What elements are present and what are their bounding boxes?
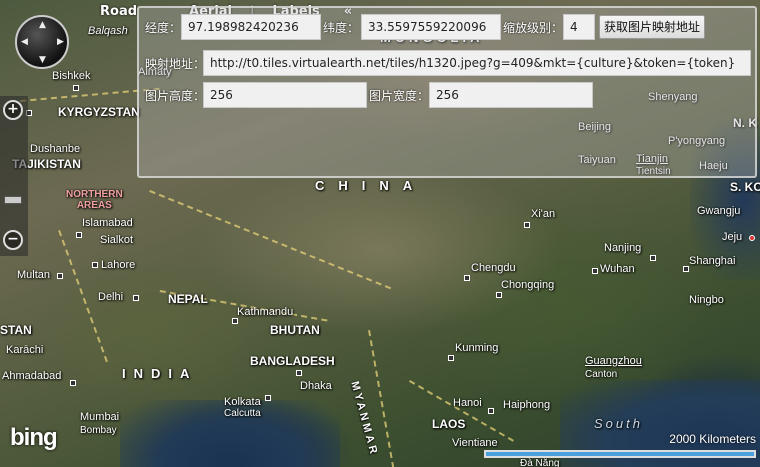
longitude-label: 经度： [145, 20, 182, 35]
label-dushanbe: Dushanbe [30, 143, 81, 155]
label-guangzhou: Guangzhou [585, 355, 642, 367]
label-hanoi: Hanoi [453, 397, 482, 409]
latitude-input[interactable]: 33.5597559220096 [361, 14, 501, 40]
label-delhi: Delhi [98, 291, 124, 303]
city-dot [265, 395, 271, 401]
url-row: 映射地址： http://t0.tiles.virtualearth.net/t… [145, 50, 751, 76]
border-line [149, 190, 392, 290]
city-dot [92, 262, 98, 268]
label-south-china-sea: South [594, 416, 643, 431]
label-bhutan: BHUTAN [270, 323, 320, 337]
image-width-label: 图片宽度： [369, 88, 430, 103]
image-width-input[interactable]: 256 [429, 82, 593, 108]
label-bangladesh: BANGLADESH [250, 354, 335, 368]
city-dot [496, 292, 502, 298]
zoom-control: + − [0, 96, 28, 256]
label-vientiane: Vientiane [452, 437, 498, 449]
zoom-level-input[interactable]: 4 [563, 14, 595, 40]
city-dot [232, 318, 238, 324]
city-dot [464, 275, 470, 281]
label-china: CHINA [315, 178, 427, 193]
label-northern-areas: NORTHERN AREAS [66, 189, 123, 211]
label-lahore: Lahore [101, 259, 136, 271]
label-bombay: Bombay [80, 425, 117, 436]
label-karachi: Karāchi [6, 344, 44, 356]
arrow-left-icon[interactable]: ◀ [21, 38, 28, 47]
label-myanmar: MYANMAR [348, 380, 381, 458]
label-south-korea: S. KO [730, 180, 760, 194]
city-dot [524, 222, 530, 228]
arrow-down-icon[interactable]: ▼ [39, 56, 46, 65]
label-islamabad: Islamabad [82, 217, 133, 229]
label-haiphong: Haiphong [503, 399, 551, 411]
city-dot [749, 235, 755, 241]
label-balqash: Balqash [88, 25, 128, 37]
label-shanghai: Shanghai [689, 255, 736, 267]
city-dot [76, 232, 82, 238]
label-ahmadabad: Ahmadabad [2, 370, 62, 382]
zoom-slider-handle[interactable] [4, 196, 22, 204]
label-laos: LAOS [432, 417, 466, 431]
road-view-button[interactable]: Road [100, 4, 137, 19]
label-dhaka: Dhaka [300, 380, 332, 392]
label-kyrgyzstan: KYRGYZSTAN [58, 105, 140, 119]
label-mumbai: Mumbai [80, 411, 120, 423]
city-dot [650, 255, 656, 261]
label-canton: Canton [585, 369, 618, 380]
city-dot [73, 85, 79, 91]
longitude-input[interactable]: 97.198982420236 [181, 14, 321, 40]
label-sialkot: Sialkot [100, 234, 134, 246]
city-dot [683, 266, 689, 272]
city-dot [296, 370, 302, 376]
bing-logo: bing [10, 424, 58, 451]
label-kunming: Kunming [455, 342, 499, 354]
image-height-label: 图片高度： [145, 88, 206, 103]
label-calcutta: Calcutta [224, 408, 261, 419]
label-multan: Multan [17, 269, 51, 281]
zoom-out-icon[interactable]: − [3, 230, 23, 250]
zoom-level-label: 缩放级别： [503, 20, 564, 35]
label-bishkek: Bishkek [52, 70, 91, 82]
label-stan: STAN [0, 323, 32, 337]
label-nanjing: Nanjing [604, 242, 642, 254]
tile-url-panel: 经度： 97.198982420236 纬度： 33.5597559220096… [137, 6, 757, 178]
city-dot [57, 273, 63, 279]
label-chongqing: Chongqing [501, 279, 555, 291]
label-danang: Đà Nẵng [520, 458, 560, 467]
label-nepal: NEPAL [168, 292, 208, 306]
compass-icon[interactable]: ▲ ▼ ◀ ▶ [15, 15, 69, 69]
city-dot [448, 355, 454, 361]
arrow-right-icon[interactable]: ▶ [57, 38, 64, 47]
city-dot [488, 408, 494, 414]
label-kathmandu: Kathmandu [237, 306, 294, 318]
label-india: INDIA [122, 366, 198, 381]
scale-label: 2000 Kilometers [669, 432, 756, 446]
fetch-tile-url-button[interactable]: 获取图片映射地址 [599, 15, 706, 39]
city-dot [70, 380, 76, 386]
zoom-in-icon[interactable]: + [3, 100, 23, 120]
label-gwangju: Gwangju [697, 205, 741, 217]
label-kolkata: Kolkata [224, 396, 261, 408]
label-chengdu: Chengdu [471, 262, 516, 274]
label-ningbo: Ningbo [689, 294, 724, 306]
coords-row: 经度： 97.198982420236 纬度： 33.5597559220096… [145, 14, 706, 40]
scale-bar [484, 450, 756, 458]
tile-url-input[interactable]: http://t0.tiles.virtualearth.net/tiles/h… [203, 50, 751, 76]
tile-url-label: 映射地址： [145, 56, 206, 71]
arrow-up-icon[interactable]: ▲ [39, 21, 46, 30]
size-row: 图片高度： 256 图片宽度： 256 [145, 82, 593, 108]
label-jeju: Jeju [722, 231, 743, 243]
label-wuhan: Wuhan [600, 263, 635, 275]
city-dot [592, 268, 598, 274]
city-dot [133, 295, 139, 301]
latitude-label: 纬度： [323, 20, 360, 35]
image-height-input[interactable]: 256 [203, 82, 367, 108]
label-xian: Xi'an [531, 208, 556, 220]
border-line [409, 380, 514, 442]
